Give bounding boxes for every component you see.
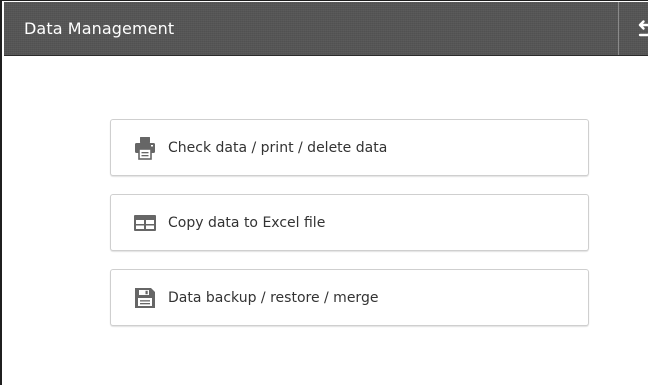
app-window: Data Management Check data / print / del… (0, 0, 648, 385)
backup-restore-merge-button[interactable]: Data backup / restore / merge (110, 269, 589, 326)
title-bar: Data Management (4, 2, 648, 56)
menu-label: Data backup / restore / merge (168, 290, 379, 306)
printer-icon (135, 136, 155, 160)
save-disk-icon (135, 287, 155, 308)
copy-to-excel-button[interactable]: Copy data to Excel file (110, 194, 589, 251)
back-arrow-icon[interactable] (619, 2, 648, 55)
menu-label: Check data / print / delete data (168, 140, 388, 156)
page-title: Data Management (24, 19, 175, 38)
table-icon (134, 214, 156, 231)
menu-label: Copy data to Excel file (168, 215, 326, 231)
check-print-delete-data-button[interactable]: Check data / print / delete data (110, 119, 589, 176)
